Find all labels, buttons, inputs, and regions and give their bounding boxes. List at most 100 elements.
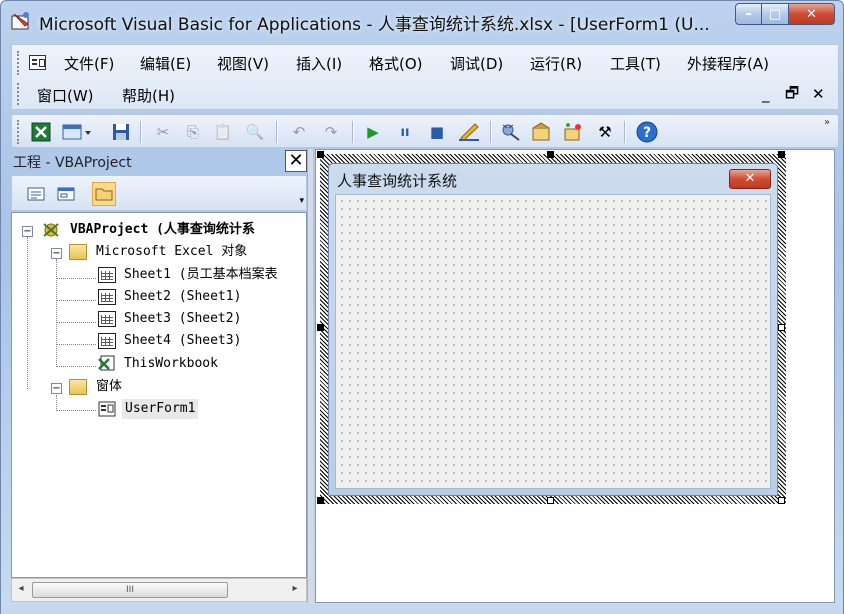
pane-splitter[interactable] [307, 149, 313, 603]
menu-file[interactable]: 文件(F) [64, 53, 114, 74]
menu-addins[interactable]: 外接程序(A) [687, 53, 769, 74]
redo-icon[interactable]: ↷ [320, 121, 342, 143]
menu-edit[interactable]: 编辑(E) [140, 53, 191, 74]
close-button[interactable]: ✕ [789, 3, 835, 25]
menu-grip[interactable] [17, 83, 20, 105]
mdi-close-icon[interactable]: ✕ [812, 85, 825, 103]
close-icon: ✕ [744, 171, 756, 186]
toolbar-overflow-icon[interactable]: ▾ [299, 196, 304, 206]
tree-node-excel-objects[interactable]: Microsoft Excel 对象 [96, 242, 247, 262]
menu-insert[interactable]: 插入(I) [296, 53, 342, 74]
cut-icon[interactable]: ✂ [152, 121, 174, 143]
vba-app-icon [11, 12, 29, 30]
project-explorer-toolbar: ▾ [11, 175, 307, 211]
mdi-minimize-icon[interactable]: _ [762, 85, 770, 103]
tree-node-sheet[interactable]: Sheet3 (Sheet2) [124, 309, 241, 329]
standard-toolbar: ✂ ⎘ 📋 🔍 ↶ ↷ ▶ ıı ■ ⚒ ? » [11, 114, 839, 148]
tree-node-thisworkbook[interactable]: ThisWorkbook [124, 354, 218, 374]
paste-icon[interactable]: 📋 [212, 121, 234, 143]
resize-handle[interactable] [547, 497, 554, 504]
resize-handle[interactable] [778, 151, 785, 158]
userform-grid-canvas[interactable] [335, 194, 771, 489]
tree-connector [56, 410, 96, 411]
worksheet-icon [98, 333, 116, 349]
userform-icon[interactable] [29, 55, 46, 70]
toolbar-separator [276, 121, 277, 143]
resize-handle[interactable] [317, 324, 324, 331]
view-object-icon[interactable] [54, 182, 78, 206]
scroll-thumb[interactable]: III [32, 582, 228, 598]
collapse-toggle[interactable]: − [51, 248, 62, 259]
toolbar-separator [624, 121, 625, 143]
minimize-button[interactable]: – [735, 3, 762, 25]
menu-tools[interactable]: 工具(T) [610, 53, 661, 74]
tree-connector [56, 395, 57, 409]
menu-help[interactable]: 帮助(H) [122, 85, 175, 106]
collapse-toggle[interactable]: − [22, 226, 33, 237]
title-bar: Microsoft Visual Basic for Applications … [1, 1, 843, 41]
properties-icon[interactable] [530, 121, 552, 143]
tree-connector [27, 237, 28, 389]
menu-window[interactable]: 窗口(W) [37, 85, 94, 106]
resize-handle[interactable] [547, 151, 554, 158]
tree-node-userform1[interactable]: UserForm1 [122, 399, 199, 419]
tree-connector [56, 322, 96, 323]
tree-node-sheet[interactable]: Sheet1 (员工基本档案表 [124, 265, 278, 285]
menu-debug[interactable]: 调试(D) [450, 53, 503, 74]
tree-connector [56, 300, 96, 301]
help-icon[interactable]: ? [636, 121, 658, 143]
tree-connector [56, 344, 96, 345]
toolbox-icon[interactable]: ⚒ [594, 121, 616, 143]
project-explorer-icon[interactable] [500, 121, 522, 143]
save-icon[interactable] [110, 121, 132, 143]
excel-view-icon[interactable] [30, 121, 52, 143]
mdi-restore-icon[interactable]: 🗗 [785, 83, 799, 108]
object-browser-icon[interactable] [562, 121, 584, 143]
userform-icon [98, 401, 116, 417]
collapse-toggle[interactable]: − [51, 383, 62, 394]
resize-handle[interactable] [778, 497, 785, 504]
resize-handle[interactable] [317, 151, 324, 158]
menu-format[interactable]: 格式(O) [369, 53, 423, 74]
close-icon: ✕ [806, 6, 817, 22]
svg-text:?: ? [643, 125, 651, 141]
vbaproject-icon [43, 223, 59, 237]
resize-handle[interactable] [778, 324, 785, 331]
project-explorer-close-button[interactable]: ✕ [285, 150, 307, 172]
design-mode-icon[interactable] [458, 121, 480, 143]
view-code-icon[interactable] [24, 182, 48, 206]
resize-handle[interactable] [317, 497, 324, 504]
tree-node-sheet[interactable]: Sheet2 (Sheet1) [124, 287, 241, 307]
folder-open-icon [69, 379, 87, 395]
menu-run[interactable]: 运行(R) [530, 53, 582, 74]
worksheet-icon [98, 267, 116, 283]
tree-connector [56, 366, 96, 367]
toolbar-grip[interactable] [17, 120, 20, 144]
project-explorer-header: 工程 - VBAProject ✕ [11, 149, 307, 173]
tree-node-forms[interactable]: 窗体 [96, 377, 122, 397]
menu-bar: 文件(F) 编辑(E) 视图(V) 插入(I) 格式(O) 调试(D) 运行(R… [11, 44, 839, 110]
insert-userform-icon[interactable] [62, 121, 92, 143]
close-icon: ✕ [288, 150, 304, 171]
scroll-left-icon[interactable]: ◂ [14, 583, 28, 594]
find-icon[interactable]: 🔍 [244, 121, 266, 143]
tree-node-vbaproject[interactable]: VBAProject (人事查询统计系 [70, 220, 255, 240]
menu-view[interactable]: 视图(V) [217, 53, 269, 74]
worksheet-icon [98, 289, 116, 305]
break-icon[interactable]: ıı [394, 121, 416, 143]
tree-node-sheet[interactable]: Sheet4 (Sheet3) [124, 331, 241, 351]
userform-close-button[interactable]: ✕ [729, 169, 771, 189]
copy-icon[interactable]: ⎘ [182, 121, 204, 143]
maximize-button[interactable]: □ [762, 3, 789, 25]
toggle-folders-icon[interactable] [92, 182, 116, 206]
toolbar-overflow-button[interactable]: » [824, 118, 836, 146]
undo-icon[interactable]: ↶ [288, 121, 310, 143]
toolbar-separator [140, 121, 141, 143]
project-horizontal-scrollbar[interactable]: ◂ III ▸ [11, 578, 307, 602]
menu-grip[interactable] [17, 51, 20, 75]
toolbar-separator [352, 121, 353, 143]
userform-window[interactable]: 人事查询统计系统 ✕ [328, 163, 778, 496]
reset-icon[interactable]: ■ [426, 121, 448, 143]
run-icon[interactable]: ▶ [362, 121, 384, 143]
scroll-right-icon[interactable]: ▸ [288, 583, 302, 594]
